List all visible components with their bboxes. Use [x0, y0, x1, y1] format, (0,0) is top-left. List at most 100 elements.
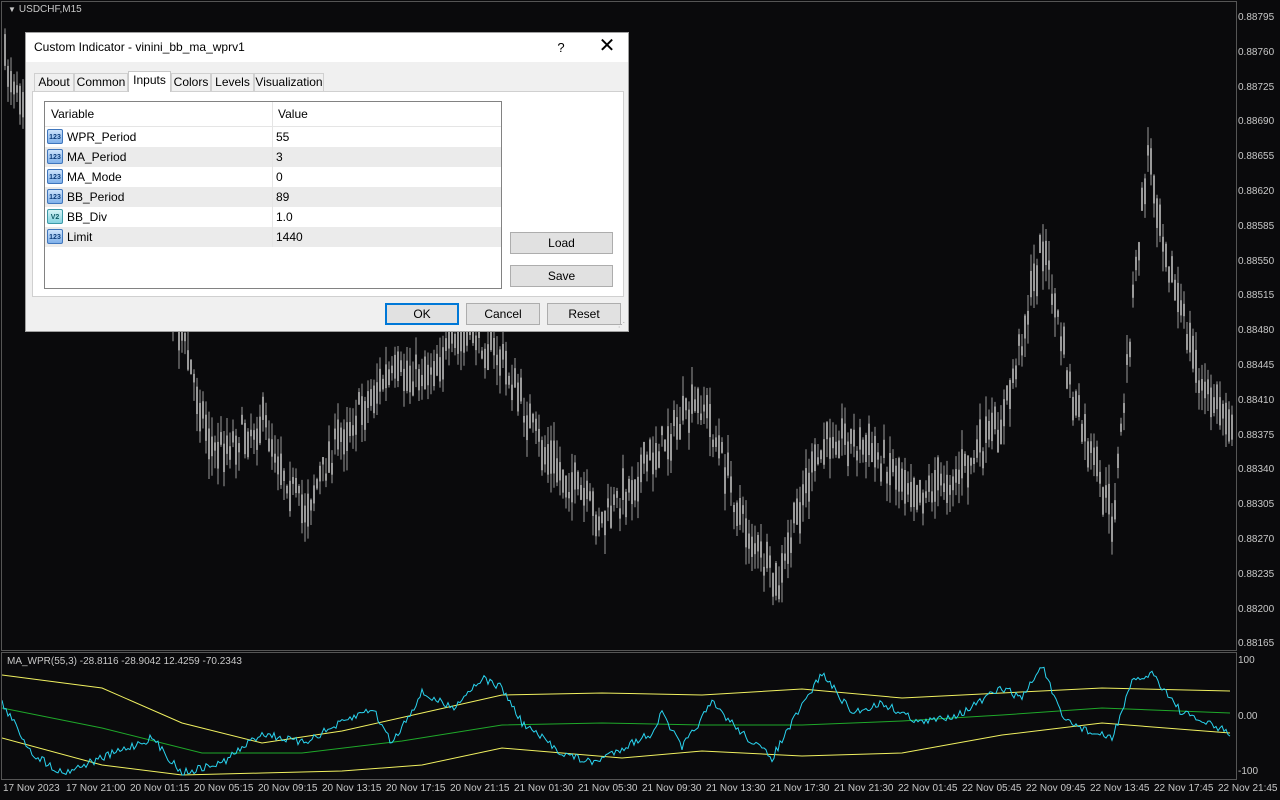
- ok-button[interactable]: OK: [385, 303, 459, 325]
- variable-column-header[interactable]: Variable: [51, 107, 94, 121]
- price-tick-label: 0.88410: [1238, 394, 1275, 406]
- time-tick-label: 17 Nov 2023: [3, 783, 60, 794]
- column-divider: [272, 207, 273, 227]
- chevron-down-icon: ▼: [8, 5, 16, 14]
- time-tick-label: 20 Nov 05:15: [194, 783, 254, 794]
- price-tick-label: 0.88690: [1238, 116, 1275, 128]
- column-divider: [272, 167, 273, 187]
- column-divider: [272, 187, 273, 207]
- price-axis: 0.88795 0.88760 0.88725 0.88690 0.88655 0.886…: [1238, 0, 1280, 650]
- tab-colors[interactable]: Colors: [171, 73, 211, 91]
- parameters-table: Variable Value 123 WPR_Period 55 123 MA_Peri…: [44, 101, 502, 289]
- param-row-wpr-period[interactable]: 123 WPR_Period 55: [45, 127, 501, 147]
- help-button[interactable]: ?: [549, 33, 573, 62]
- column-divider: [272, 127, 273, 147]
- time-tick-label: 17 Nov 21:00: [66, 783, 126, 794]
- double-icon: V2: [47, 209, 63, 224]
- time-tick-label: 22 Nov 21:45: [1218, 783, 1278, 794]
- time-tick-label: 22 Nov 01:45: [898, 783, 958, 794]
- column-divider: [272, 227, 273, 247]
- price-tick-label: 0.88725: [1238, 81, 1275, 93]
- price-tick-label: 0.88585: [1238, 220, 1275, 232]
- int-icon: 123: [47, 169, 63, 184]
- price-tick-label: 0.88305: [1238, 499, 1275, 511]
- param-name: WPR_Period: [67, 130, 137, 144]
- custom-indicator-dialog: Custom Indicator - vinini_bb_ma_wprv1 ? …: [25, 32, 629, 332]
- indicator-tick-label: 0.00: [1238, 711, 1258, 722]
- indicator-tick-label: -100: [1238, 766, 1259, 777]
- cancel-button[interactable]: Cancel: [466, 303, 540, 325]
- int-icon: 123: [47, 149, 63, 164]
- dialog-title: Custom Indicator - vinini_bb_ma_wprv1: [34, 40, 245, 54]
- time-tick-label: 20 Nov 17:15: [386, 783, 446, 794]
- time-tick-label: 22 Nov 09:45: [1026, 783, 1086, 794]
- symbol-text: USDCHF,M15: [18, 4, 82, 15]
- param-row-bb-div[interactable]: V2 BB_Div 1.0: [45, 207, 501, 227]
- int-icon: 123: [47, 189, 63, 204]
- param-name: BB_Period: [67, 190, 125, 204]
- int-icon: 123: [47, 229, 63, 244]
- param-value[interactable]: 1.0: [276, 210, 293, 224]
- save-button[interactable]: Save: [510, 265, 613, 287]
- param-value[interactable]: 1440: [276, 230, 303, 244]
- price-tick-label: 0.88620: [1238, 186, 1275, 197]
- param-row-ma-period[interactable]: 123 MA_Period 3: [45, 147, 501, 167]
- param-name: BB_Div: [67, 210, 108, 224]
- indicator-label: MA_WPR(55,3) -28.8116 -28.9042 12.4259 -…: [7, 656, 242, 667]
- indicator-frame: [1, 652, 1237, 780]
- time-tick-label: 20 Nov 13:15: [322, 783, 382, 794]
- indicator-axis: 100 0.00 -100: [1238, 652, 1280, 780]
- time-tick-label: 22 Nov 05:45: [962, 783, 1022, 794]
- reset-button[interactable]: Reset: [547, 303, 621, 325]
- param-value[interactable]: 89: [276, 190, 289, 204]
- tab-common[interactable]: Common: [74, 73, 128, 91]
- tab-inputs[interactable]: Inputs: [128, 71, 171, 92]
- price-tick-label: 0.88375: [1238, 429, 1275, 441]
- time-tick-label: 20 Nov 01:15: [130, 783, 190, 794]
- load-button[interactable]: Load: [510, 232, 613, 254]
- resize-grip-icon[interactable]: ⋰: [618, 321, 626, 329]
- price-tick-label: 0.88515: [1238, 290, 1275, 302]
- price-tick-label: 0.88200: [1238, 603, 1275, 615]
- price-tick-label: 0.88445: [1238, 360, 1275, 371]
- price-tick-label: 0.88760: [1238, 46, 1275, 58]
- time-tick-label: 22 Nov 17:45: [1154, 783, 1214, 794]
- price-tick-label: 0.88480: [1238, 325, 1275, 337]
- time-axis: 17 Nov 2023 17 Nov 21:00 20 Nov 01:15 20 No…: [0, 781, 1278, 797]
- time-tick-label: 21 Nov 21:30: [834, 783, 894, 794]
- time-tick-label: 21 Nov 01:30: [514, 783, 574, 794]
- param-value[interactable]: 0: [276, 170, 283, 184]
- price-tick-label: 0.88235: [1238, 568, 1275, 580]
- time-tick-label: 20 Nov 21:15: [450, 783, 510, 794]
- param-row-bb-period[interactable]: 123 BB_Period 89: [45, 187, 501, 207]
- param-name: MA_Period: [67, 150, 127, 164]
- time-tick-label: 21 Nov 13:30: [706, 783, 766, 794]
- time-tick-label: 21 Nov 09:30: [642, 783, 702, 794]
- param-name: MA_Mode: [67, 170, 122, 184]
- param-row-limit[interactable]: 123 Limit 1440: [45, 227, 501, 247]
- dialog-titlebar[interactable]: Custom Indicator - vinini_bb_ma_wprv1 ? …: [26, 33, 628, 62]
- price-tick-label: 0.88165: [1238, 638, 1275, 650]
- symbol-label: ▼ USDCHF,M15: [8, 4, 82, 15]
- inputs-panel: Variable Value 123 WPR_Period 55 123 MA_Peri…: [32, 91, 624, 297]
- table-header: Variable Value: [45, 102, 501, 127]
- tab-about[interactable]: About: [34, 73, 74, 91]
- column-divider[interactable]: [272, 102, 273, 126]
- tab-visualization[interactable]: Visualization: [254, 73, 324, 91]
- int-icon: 123: [47, 129, 63, 144]
- indicator-tick-label: 100: [1238, 655, 1255, 666]
- param-row-ma-mode[interactable]: 123 MA_Mode 0: [45, 167, 501, 187]
- time-tick-label: 21 Nov 05:30: [578, 783, 638, 794]
- time-tick-label: 20 Nov 09:15: [258, 783, 318, 794]
- price-tick-label: 0.88795: [1238, 12, 1275, 23]
- param-value[interactable]: 55: [276, 130, 289, 144]
- tab-levels[interactable]: Levels: [211, 73, 254, 91]
- param-value[interactable]: 3: [276, 150, 283, 164]
- time-tick-label: 21 Nov 17:30: [770, 783, 830, 794]
- value-column-header[interactable]: Value: [278, 107, 308, 121]
- close-icon[interactable]: ✕: [589, 33, 625, 62]
- price-tick-label: 0.88270: [1238, 534, 1275, 545]
- column-divider: [272, 147, 273, 167]
- time-tick-label: 22 Nov 13:45: [1090, 783, 1150, 794]
- param-name: Limit: [67, 230, 93, 244]
